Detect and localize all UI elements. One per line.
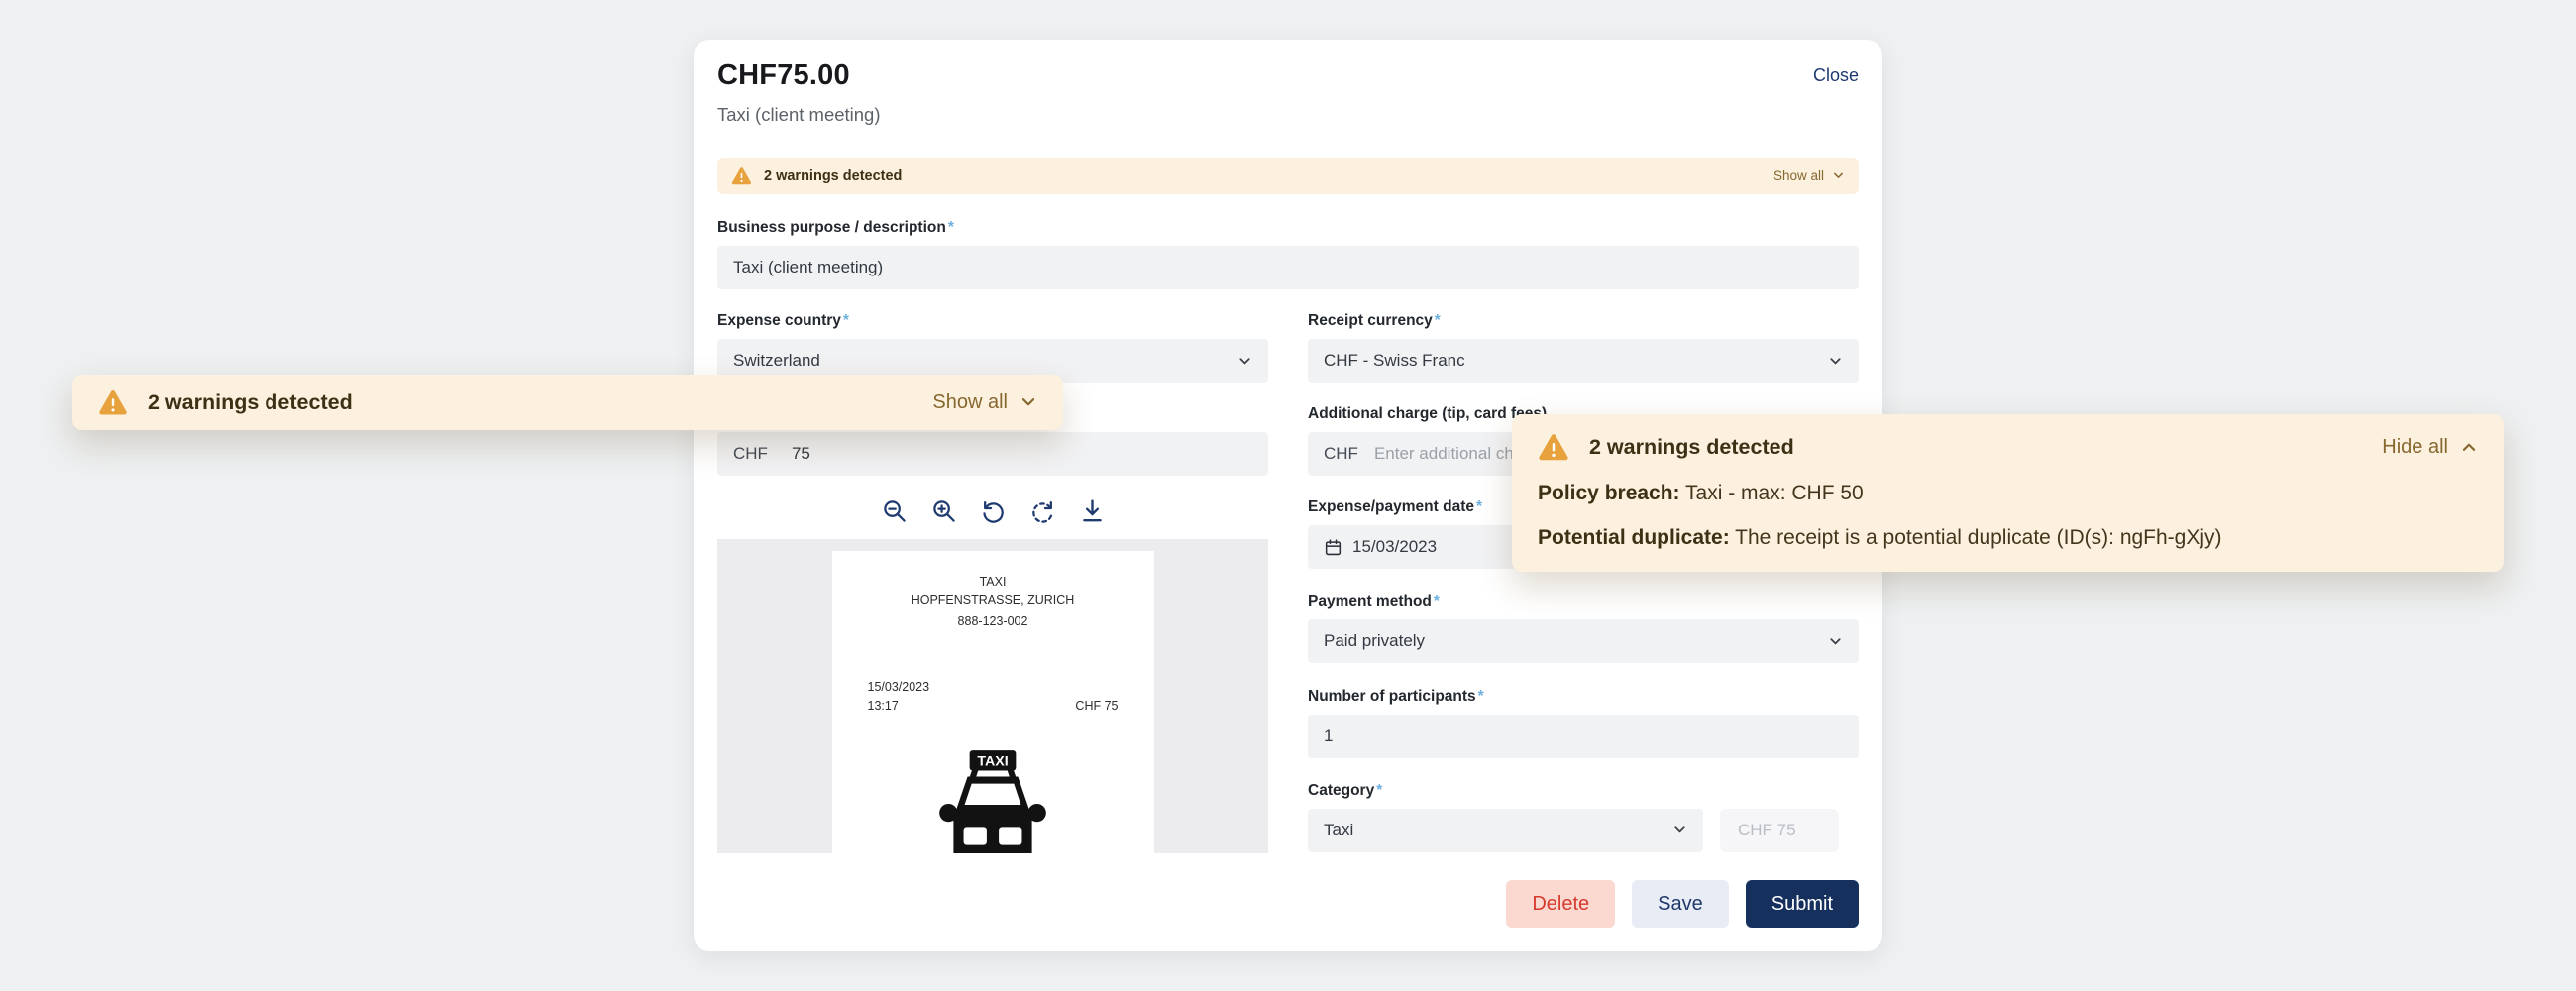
close-button[interactable]: Close [1813,65,1859,86]
expense-subtitle: Taxi (client meeting) [717,104,1859,126]
participants-input[interactable]: 1 [1308,715,1859,758]
chevron-down-icon [1828,634,1843,649]
rotate-left-icon[interactable] [980,497,1007,524]
field-category: Category* Taxi CHF 75 [1308,781,1859,852]
warnings-callout-collapsed: 2 warnings detected Show all [72,375,1063,430]
warning-icon [1538,431,1569,463]
chevron-down-icon [1020,393,1037,411]
modal-actions: Delete Save Submit [1506,880,1859,928]
save-button[interactable]: Save [1632,880,1729,928]
show-all-button[interactable]: Show all [932,391,1037,414]
svg-text:TAXI: TAXI [977,753,1008,769]
field-business-purpose: Business purpose / description* Taxi (cl… [717,218,1859,289]
category-amount-display: CHF 75 [1720,809,1839,852]
category-select[interactable]: Taxi [1308,809,1703,852]
chevron-down-icon [1832,169,1845,182]
warnings-count-text: 2 warnings detected [1589,435,1794,460]
zoom-in-icon[interactable] [930,497,957,524]
download-icon[interactable] [1079,497,1106,524]
zoom-out-icon[interactable] [881,497,908,524]
field-receipt-currency: Receipt currency* CHF - Swiss Franc [1308,311,1859,383]
delete-button[interactable]: Delete [1506,880,1615,928]
warning-potential-duplicate: Potential duplicate: The receipt is a po… [1538,524,2478,552]
chevron-down-icon [1672,823,1687,837]
modal-header: CHF75.00 Close [717,59,1859,92]
receipt-amount-input[interactable]: CHF 75 [717,432,1268,476]
payment-method-select[interactable]: Paid privately [1308,619,1859,663]
receipt-time: 13:17 [868,697,930,716]
taxi-icon: TAXI [868,741,1119,853]
receipt-total: CHF 75 [1075,697,1118,716]
receipt-preview: TAXI HOPFENSTRASSE, ZURICH 888-123-002 1… [717,539,1268,853]
chevron-down-icon [1828,354,1843,369]
warning-policy-breach: Policy breach: Taxi - max: CHF 50 [1538,480,2478,507]
warnings-banner-text: 2 warnings detected [764,168,902,184]
warning-icon [731,165,752,186]
receipt-currency-select[interactable]: CHF - Swiss Franc [1308,339,1859,383]
warnings-banner: 2 warnings detected Show all [717,158,1859,194]
receipt-address: HOPFENSTRASSE, ZURICH [868,591,1119,608]
warnings-callout-expanded: 2 warnings detected Hide all Policy brea… [1512,414,2504,572]
business-purpose-input[interactable]: Taxi (client meeting) [717,246,1859,289]
receipt-date: 15/03/2023 [868,678,930,697]
receipt-image: TAXI HOPFENSTRASSE, ZURICH 888-123-002 1… [832,551,1154,853]
receipt-toolbar [717,497,1268,524]
receipt-phone: 888-123-002 [868,614,1119,628]
expense-amount-title: CHF75.00 [717,59,850,92]
field-expense-country: Expense country* Switzerland [717,311,1268,383]
field-payment-method: Payment method* Paid privately [1308,592,1859,663]
rotate-right-icon[interactable] [1029,497,1056,524]
chevron-down-icon [1237,354,1252,369]
calendar-icon [1324,538,1342,557]
chevron-up-icon [2460,438,2478,456]
field-participants: Number of participants* 1 [1308,687,1859,758]
receipt-viewer: TAXI HOPFENSTRASSE, ZURICH 888-123-002 1… [717,497,1268,853]
submit-button[interactable]: Submit [1746,880,1859,928]
show-all-warnings-button[interactable]: Show all [1773,168,1845,183]
warning-icon [98,387,128,417]
receipt-merchant: TAXI [868,573,1119,591]
hide-all-button[interactable]: Hide all [2382,436,2478,459]
warnings-count-text: 2 warnings detected [148,390,353,415]
